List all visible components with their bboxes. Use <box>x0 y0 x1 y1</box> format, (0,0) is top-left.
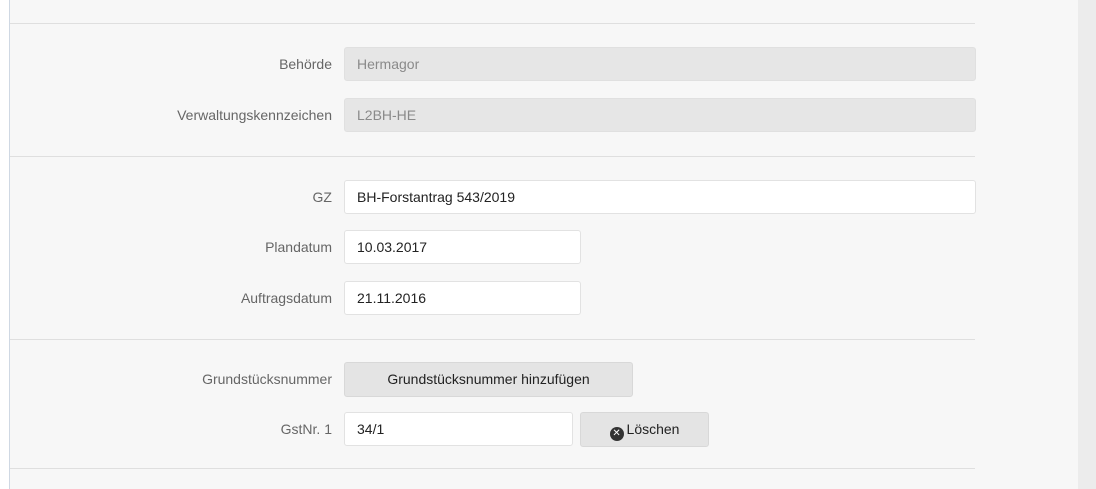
add-parcel-button[interactable]: Grundstücksnummer hinzufügen <box>344 362 633 397</box>
behoerde-label: Behörde <box>279 56 332 72</box>
parcel-1-label: GstNr. 1 <box>280 421 332 437</box>
divider <box>10 468 975 469</box>
auftragsdatum-input[interactable]: 21.11.2016 <box>344 281 581 315</box>
gz-label: GZ <box>312 189 332 205</box>
auftragsdatum-label: Auftragsdatum <box>240 290 332 306</box>
parcel-1-input[interactable]: 34/1 <box>344 412 573 446</box>
delete-label: Löschen <box>626 421 680 437</box>
grundstuecksnummer-label: Grundstücksnummer <box>202 371 332 387</box>
times-circle-icon: ✕ <box>609 427 624 441</box>
divider <box>10 156 975 157</box>
plandatum-label: Plandatum <box>265 239 332 255</box>
verwaltungskennzeichen-field: L2BH-HE <box>344 98 976 132</box>
behoerde-field: Hermagor <box>344 47 976 81</box>
divider <box>10 339 975 340</box>
delete-parcel-1-button[interactable]: ✕ Löschen <box>580 412 709 447</box>
right-rail <box>1078 0 1096 489</box>
plandatum-input[interactable]: 10.03.2017 <box>344 230 581 264</box>
left-border <box>0 0 10 489</box>
gz-input[interactable]: BH-Forstantrag 543/2019 <box>344 180 976 214</box>
divider <box>10 23 975 24</box>
verwaltungskennzeichen-label: Verwaltungskennzeichen <box>177 107 332 123</box>
